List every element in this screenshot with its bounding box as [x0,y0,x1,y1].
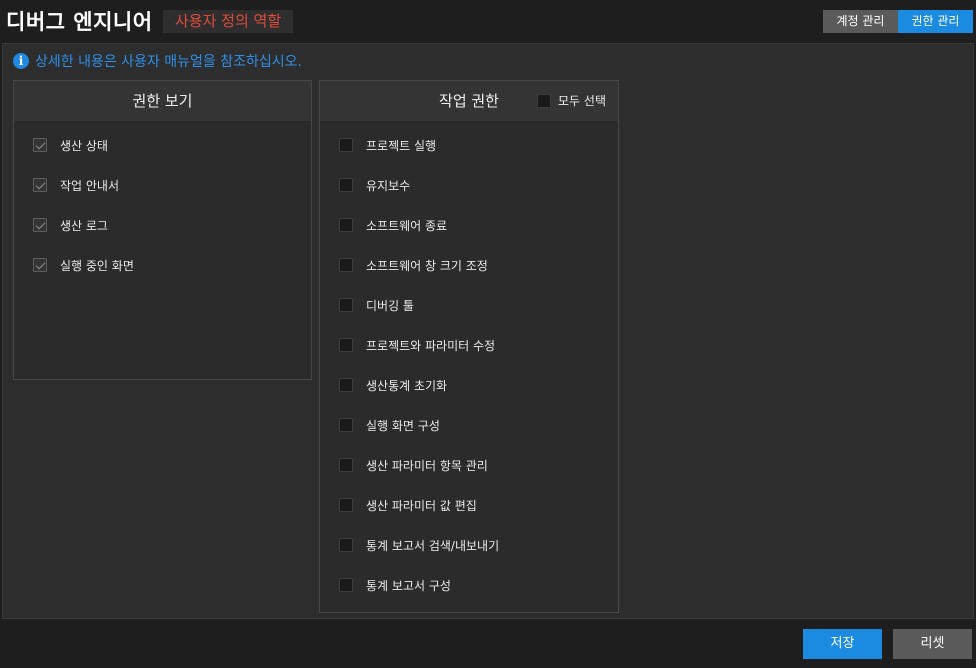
permission-label: 유지보수 [366,178,411,193]
role-tag: 사용자 정의 역할 [163,10,294,33]
permission-checkbox[interactable] [339,418,353,432]
header: 디버그 엔지니어 사용자 정의 역할 계정 관리 권한 관리 [0,0,976,42]
permission-item[interactable]: 유지보수 [339,175,410,195]
permission-label: 생산통계 초기화 [366,378,448,393]
permission-checkbox[interactable] [339,338,353,352]
permission-item[interactable]: 소프트웨어 종료 [339,215,447,235]
permission-item[interactable]: 작업 안내서 [33,175,119,195]
permission-item[interactable]: 생산 상태 [33,135,108,155]
permission-checkbox[interactable] [339,218,353,232]
permission-item[interactable]: 생산통계 초기화 [339,375,447,395]
permission-label: 디버깅 툴 [366,298,414,313]
tab-permission-management[interactable]: 권한 관리 [898,10,973,33]
view-panel-title: 권한 보기 [14,81,311,121]
work-panel-header: 작업 권한 모두 선택 [320,81,618,121]
permission-item[interactable]: 생산 로그 [33,215,108,235]
permission-label: 생산 로그 [60,218,108,233]
permission-item[interactable]: 프로젝트와 파라미터 수정 [339,335,495,355]
permission-checkbox[interactable] [33,258,47,272]
info-text: 상세한 내용은 사용자 매뉴얼을 참조하십시오. [35,54,302,70]
view-permissions-panel: 권한 보기 생산 상태작업 안내서생산 로그실행 중인 화면 [13,80,312,380]
info-banner: i 상세한 내용은 사용자 매뉴얼을 참조하십시오. [13,52,302,70]
permission-checkbox[interactable] [339,498,353,512]
permission-checkbox[interactable] [339,258,353,272]
permission-label: 소프트웨어 종료 [366,218,448,233]
permission-label: 작업 안내서 [60,178,120,193]
permission-item[interactable]: 통계 보고서 구성 [339,575,451,595]
reset-button[interactable]: 리셋 [893,629,972,659]
permission-checkbox[interactable] [339,298,353,312]
permission-checkbox[interactable] [339,378,353,392]
tab-account-management[interactable]: 계정 관리 [823,10,898,33]
permission-label: 실행 중인 화면 [60,258,134,273]
permission-checkbox[interactable] [339,458,353,472]
permission-item[interactable]: 생산 파라미터 값 편집 [339,495,477,515]
permission-label: 통계 보고서 구성 [366,578,451,593]
permission-label: 소프트웨어 창 크기 조정 [366,258,488,273]
permission-label: 생산 상태 [60,138,108,153]
select-all-label: 모두 선택 [558,94,606,108]
permission-item[interactable]: 실행 화면 구성 [339,415,440,435]
permission-checkbox[interactable] [33,218,47,232]
permission-label: 생산 파라미터 값 편집 [366,498,477,513]
permission-checkbox[interactable] [33,138,47,152]
permission-item[interactable]: 디버깅 툴 [339,295,414,315]
select-all-checkbox[interactable]: 모두 선택 [537,93,606,109]
permission-label: 프로젝트 실행 [366,138,437,153]
permission-item[interactable]: 생산 파라미터 항목 관리 [339,455,488,475]
main-content: i 상세한 내용은 사용자 매뉴얼을 참조하십시오. 권한 보기 생산 상태작업… [2,43,974,619]
permission-item[interactable]: 소프트웨어 창 크기 조정 [339,255,488,275]
page-title: 디버그 엔지니어 [6,10,153,34]
work-panel-title: 작업 권한 [439,92,499,110]
permission-checkbox[interactable] [339,538,353,552]
permission-label: 생산 파라미터 항목 관리 [366,458,488,473]
permission-checkbox[interactable] [339,138,353,152]
permission-label: 실행 화면 구성 [366,418,440,433]
select-all-box[interactable] [537,94,552,108]
save-button[interactable]: 저장 [803,629,882,659]
permission-checkbox[interactable] [339,178,353,192]
permission-checkbox[interactable] [339,578,353,592]
permission-window: 디버그 엔지니어 사용자 정의 역할 계정 관리 권한 관리 i 상세한 내용은… [0,0,976,668]
permission-item[interactable]: 프로젝트 실행 [339,135,436,155]
permission-label: 프로젝트와 파라미터 수정 [366,338,496,353]
work-permissions-panel: 작업 권한 모두 선택 프로젝트 실행유지보수소프트웨어 종료소프트웨어 창 크… [319,80,619,613]
permission-label: 통계 보고서 검색/내보내기 [366,538,500,553]
info-icon: i [13,53,29,69]
permission-checkbox[interactable] [33,178,47,192]
permission-item[interactable]: 통계 보고서 검색/내보내기 [339,535,499,555]
permission-item[interactable]: 실행 중인 화면 [33,255,134,275]
